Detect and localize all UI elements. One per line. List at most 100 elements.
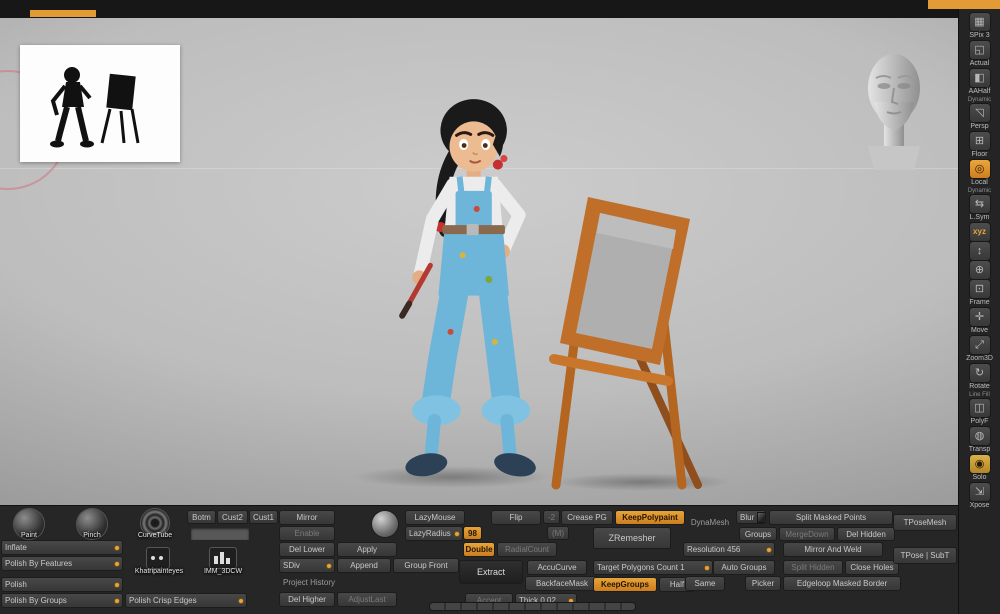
dynamesh-label[interactable]: DynaMesh [684,516,736,529]
slider-dot[interactable] [115,546,119,550]
shelf-item-zoom3d[interactable]: ⤢ Zoom3D [960,336,1000,363]
append-button[interactable]: Append [338,559,390,572]
del-higher-button[interactable]: Del Higher [280,593,334,606]
del-hidden-button[interactable]: Del Hidden [838,528,894,540]
document-canvas[interactable] [0,18,958,505]
crease-pg-button[interactable]: Crease PG [562,511,612,524]
shelf-item-xyz[interactable]: xyz [960,223,1000,241]
enable-button[interactable]: Enable [280,527,334,540]
double-button[interactable]: Double [464,543,494,556]
slider-dot[interactable] [705,566,709,570]
same-button[interactable]: Same [686,577,724,590]
flip-button[interactable]: Flip [492,511,540,524]
apply-button[interactable]: Apply [338,543,396,556]
accucurve-button[interactable]: AccuCurve [528,561,586,574]
shelf-item-zoom[interactable]: ⊕ [960,261,1000,279]
character-model[interactable] [340,78,555,493]
split-masked-points-button[interactable]: Split Masked Points [770,511,892,524]
blur-slider[interactable]: Blur [737,511,765,523]
material-preview-head[interactable] [852,42,938,174]
keep-groups-button[interactable]: KeepGroups [594,578,656,591]
shelf-item-move[interactable]: ✛ Move [960,308,1000,335]
local-symmetry-icon[interactable]: ◎ [970,160,990,178]
blur-curve-chip[interactable] [757,512,765,523]
khatripainteyes-brush-icon[interactable] [146,547,170,569]
shelf-item-aahalf[interactable]: ◧ AAHalf [960,69,1000,96]
radial-count-button[interactable]: RadialCount [498,543,556,556]
move-icon[interactable]: ✛ [970,308,990,326]
shelf-item-local[interactable]: ◎ Local [960,160,1000,187]
custom-text-field[interactable] [190,527,250,541]
tpose-subt-button[interactable]: TPose | SubT [894,548,956,563]
aahalf-icon[interactable]: ◧ [970,69,990,87]
m-toggle-button[interactable]: (M) [548,527,568,539]
minus-two-button[interactable]: -2 [544,511,559,523]
shelf-item-lsym[interactable]: Dynamic ⇆ L.Sym [960,188,1000,222]
shelf-item-polyf[interactable]: Line Fill ◫ PolyF [960,392,1000,426]
merge-down-button[interactable]: MergeDown [780,528,834,540]
polish-by-features-slider[interactable]: Polish By Features [2,557,122,570]
shelf-item-frame[interactable]: ⊡ Frame [960,280,1000,307]
stroke-preview-sphere[interactable] [372,511,398,537]
shelf-item-rotate[interactable]: ↻ Rotate [960,364,1000,391]
shelf-item-xpose[interactable]: ⇲ Xpose [960,483,1000,510]
shelf-item-actual[interactable]: ◱ Actual [960,41,1000,68]
slider-dot[interactable] [115,599,119,603]
shelf-item-scroll[interactable]: ↕ [960,242,1000,260]
polish-slider[interactable]: Polish [2,578,122,591]
backfacemask-button[interactable]: BackfaceMask [526,577,598,590]
slider-dot[interactable] [115,562,119,566]
xpose-icon[interactable]: ⇲ [970,483,990,501]
floor-grid-icon[interactable]: ⊞ [970,132,990,150]
keep-polypaint-button[interactable]: KeepPolypaint [616,511,684,524]
lazyradius-slider[interactable]: LazyRadius [406,527,462,540]
sdiv-slider[interactable]: SDiv [280,559,334,572]
frame-icon[interactable]: ⊡ [970,280,990,298]
imm-3dcw-brush-icon[interactable] [209,547,237,569]
mirror-and-weld-button[interactable]: Mirror And Weld [784,543,882,556]
lsym-icon[interactable]: ⇆ [970,195,990,213]
actual-size-icon[interactable]: ◱ [970,41,990,59]
lazyradius-value[interactable]: 98 [464,527,481,539]
extract-button[interactable]: Extract [460,561,522,583]
rotate-icon[interactable]: ↻ [970,364,990,382]
adjust-last-button[interactable]: AdjustLast [338,593,396,606]
slider-dot[interactable] [569,599,573,603]
slider-dot[interactable] [455,532,459,536]
zoom-icon[interactable]: ⊕ [970,261,990,279]
polish-by-groups-slider[interactable]: Polish By Groups [2,594,122,607]
shelf-item-transp[interactable]: ◍ Transp [960,427,1000,454]
zoom3d-icon[interactable]: ⤢ [970,336,990,354]
cust2-button[interactable]: Cust2 [218,511,247,523]
solo-icon[interactable]: ◉ [970,455,990,473]
slider-dot[interactable] [767,548,771,552]
edgeloop-masked-border-button[interactable]: Edgeloop Masked Border [784,577,900,590]
botm-button[interactable]: Botm [188,511,215,523]
shelf-item-persp[interactable]: Dynamic ◹ Persp [960,97,1000,131]
del-lower-button[interactable]: Del Lower [280,543,334,556]
group-front-button[interactable]: Group Front [394,559,458,572]
groups-button[interactable]: Groups [740,528,776,540]
slider-dot[interactable] [327,564,331,568]
mirror-button[interactable]: Mirror [280,511,334,524]
easel-model[interactable] [548,193,718,493]
perspective-icon[interactable]: ◹ [970,104,990,122]
target-polygons-slider[interactable]: Target Polygons Count 1 [594,561,712,574]
xyz-symmetry-icon[interactable]: xyz [970,223,990,241]
transparency-icon[interactable]: ◍ [970,427,990,445]
shelf-item-spix[interactable]: ▦ SPix 3 [960,13,1000,40]
cust1-button[interactable]: Cust1 [250,511,277,523]
lazymouse-button[interactable]: LazyMouse [406,511,464,524]
scroll-icon[interactable]: ↕ [970,242,990,260]
tposemesh-button[interactable]: TPoseMesh [894,515,956,530]
spix-icon[interactable]: ▦ [970,13,990,31]
picker-button[interactable]: Picker [746,577,780,590]
inflate-slider[interactable]: Inflate [2,541,122,554]
polyframe-icon[interactable]: ◫ [970,399,990,417]
slider-dot[interactable] [115,583,119,587]
document-thumbnail[interactable] [20,45,180,162]
resolution-slider[interactable]: Resolution 456 [684,543,774,556]
bottom-scrollbar[interactable] [430,603,635,610]
shelf-item-floor[interactable]: ⊞ Floor [960,132,1000,159]
zremesher-button[interactable]: ZRemesher [594,528,670,548]
